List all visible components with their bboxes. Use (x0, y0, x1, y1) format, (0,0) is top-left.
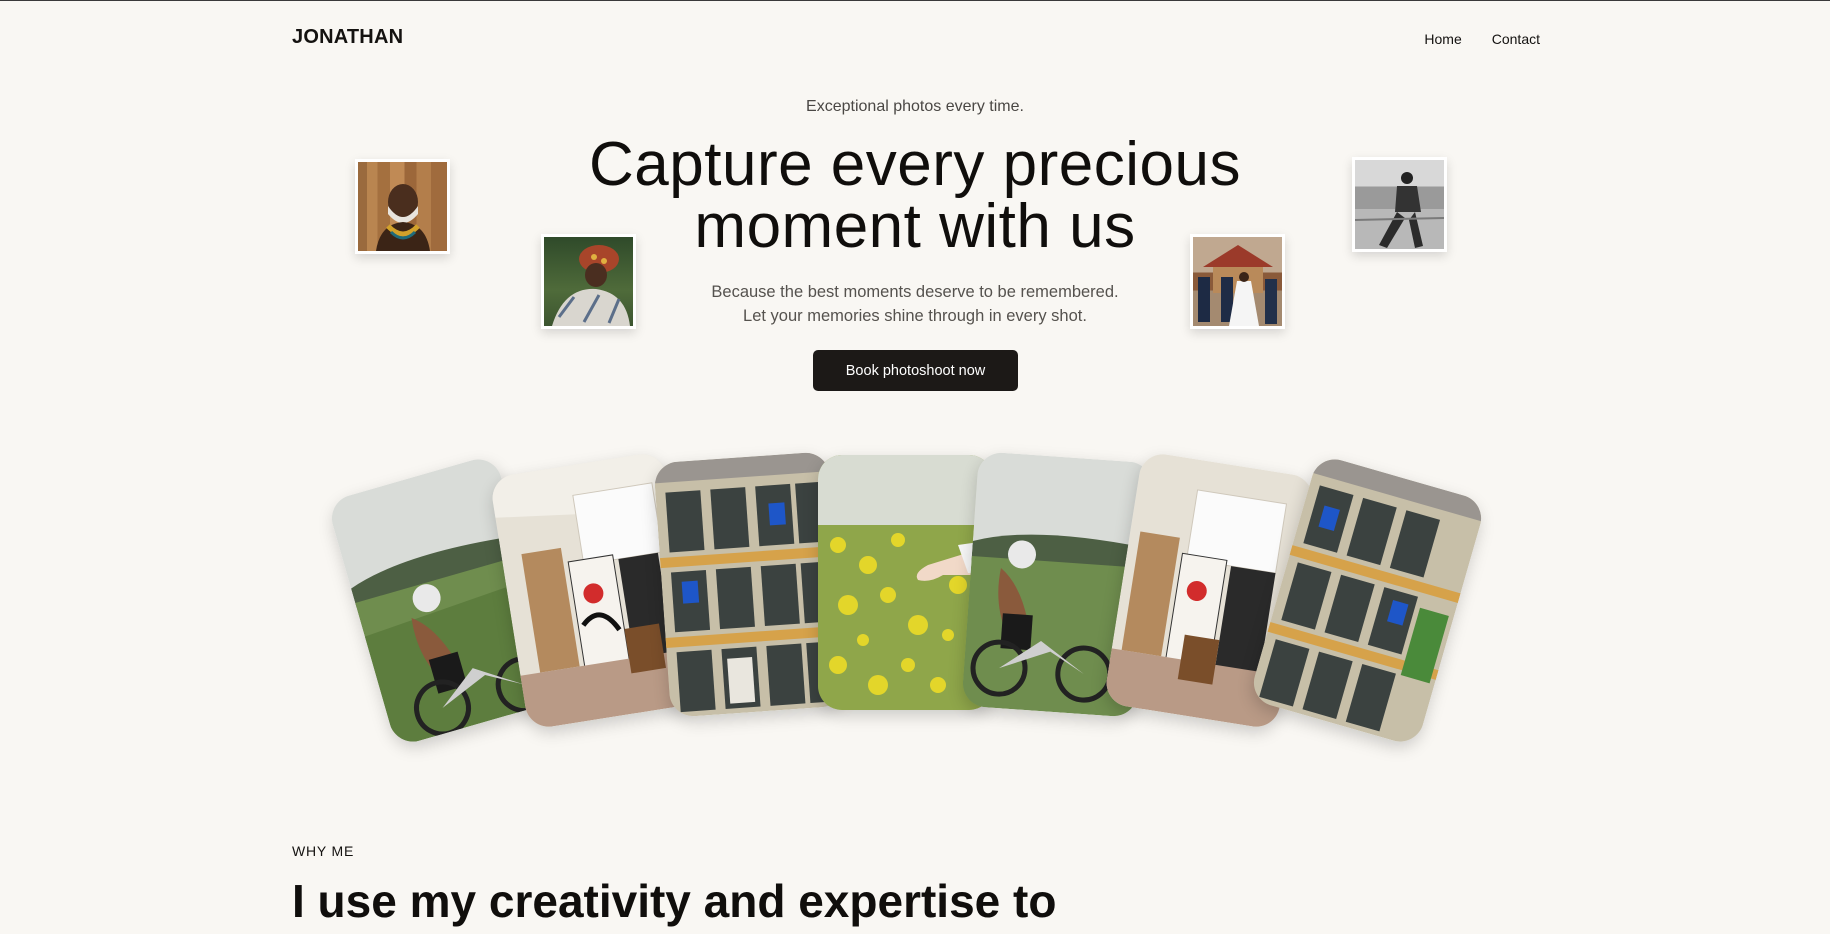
card-building (653, 451, 846, 718)
nav-home-link[interactable]: Home (1424, 31, 1461, 47)
wedding-photo (1198, 245, 1277, 326)
book-photoshoot-button[interactable]: Book photoshoot now (813, 350, 1018, 391)
hero-title-line-2: moment with us (694, 192, 1136, 261)
bw-man-photo (1355, 172, 1444, 248)
main-nav: Home Contact (1424, 31, 1540, 47)
top-border (0, 0, 1830, 1)
section-title: I use my creativity and expertise to (292, 875, 1057, 927)
nav-contact-link[interactable]: Contact (1492, 31, 1540, 47)
polaroid-woman-headwrap (541, 234, 636, 329)
building-photo (653, 451, 846, 718)
elder-man-photo (376, 184, 430, 251)
hero-subtitle: Because the best moments deserve to be r… (0, 280, 1830, 328)
section-kicker: WHY ME (292, 843, 355, 859)
hero-title-line-1: Capture every precious (589, 130, 1241, 199)
hero-subtitle-line-2: Let your memories shine through in every… (743, 307, 1087, 325)
hero-subtitle-line-1: Because the best moments deserve to be r… (711, 283, 1119, 301)
hero-eyebrow: Exceptional photos every time. (806, 98, 1024, 115)
woman-headwrap-photo (552, 245, 630, 326)
polaroid-bw-man (1352, 157, 1447, 252)
polaroid-wedding (1190, 234, 1285, 329)
hero-title: Capture every precious moment with us (0, 134, 1830, 258)
polaroid-elder-portrait (355, 159, 450, 254)
page: JONATHAN Home Contact Exceptional photos… (0, 0, 1830, 934)
brand-logo[interactable]: JONATHAN (292, 26, 403, 49)
photo-strip (326, 450, 1490, 775)
